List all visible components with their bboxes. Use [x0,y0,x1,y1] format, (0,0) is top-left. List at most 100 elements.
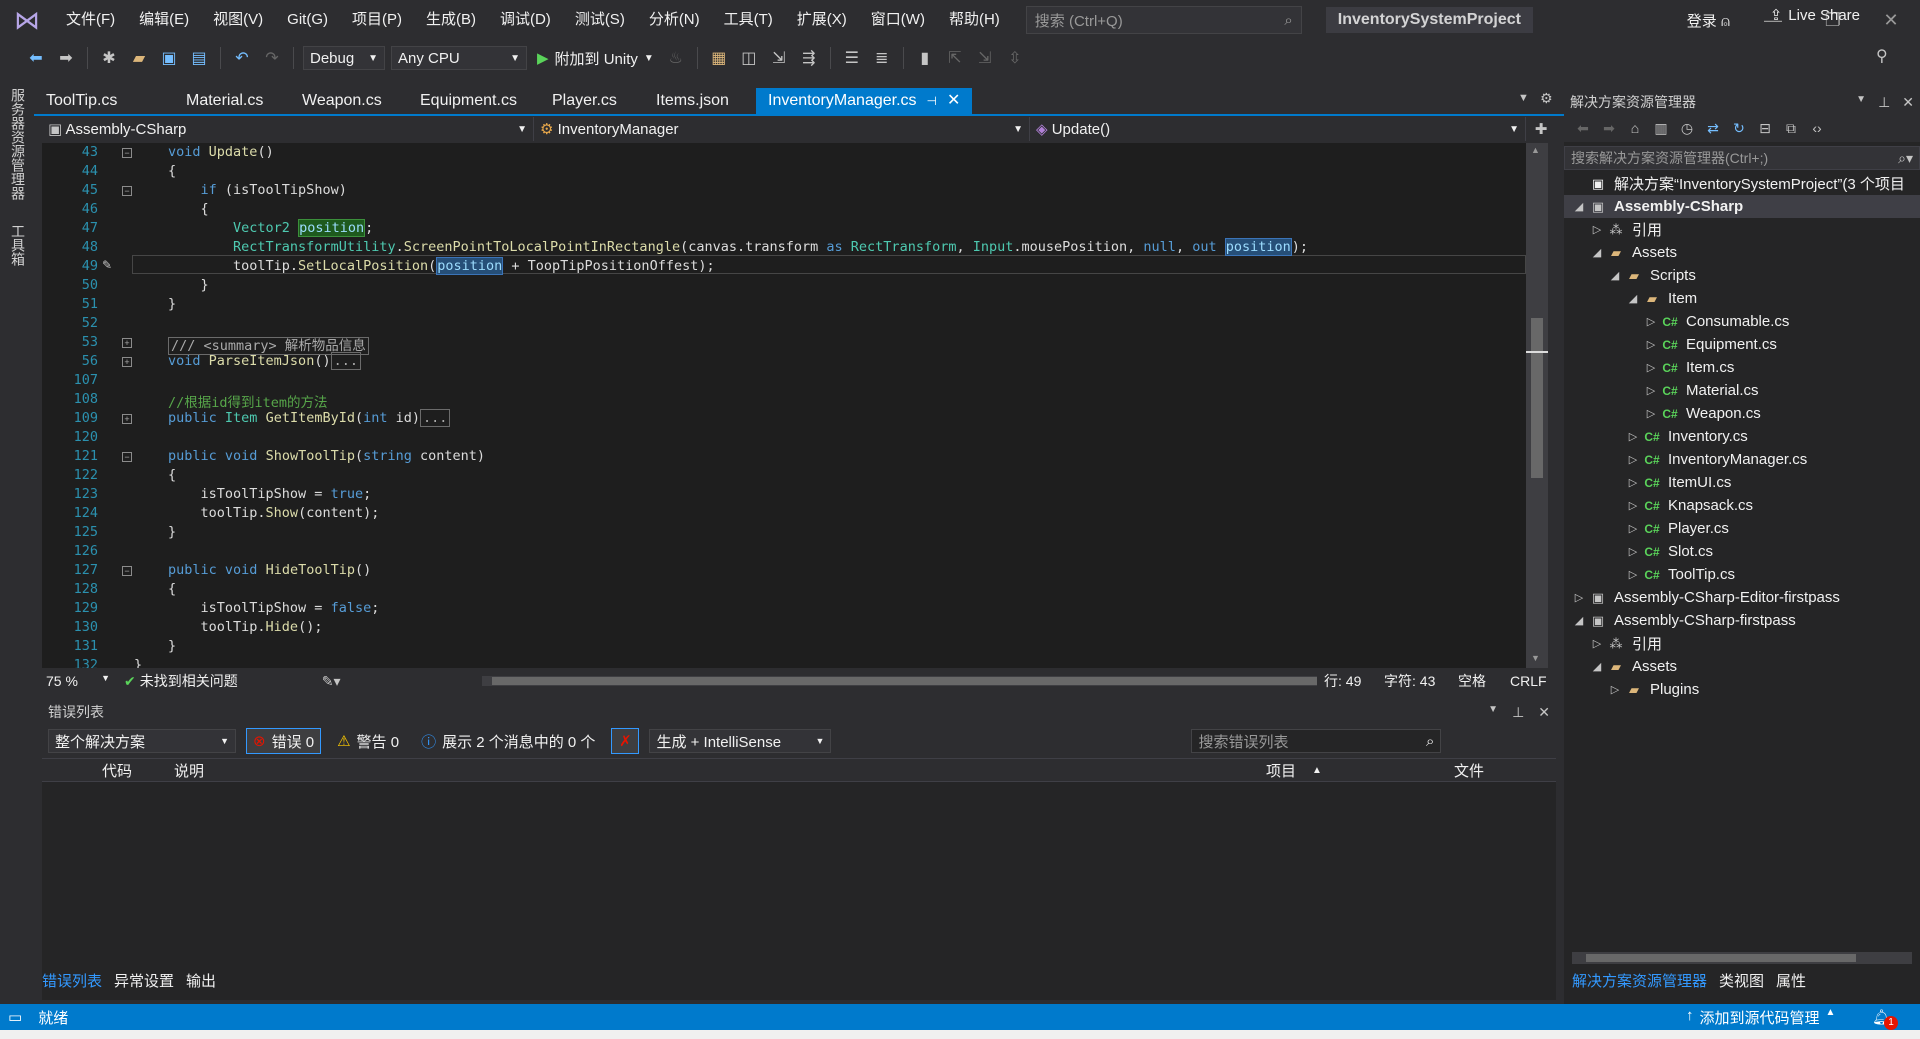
tree-item[interactable]: ▷ C# Equipment.cs [1564,333,1920,356]
refresh-icon[interactable]: ↻ [1728,117,1750,139]
expand-region-icon[interactable]: + [122,414,132,424]
show-all-files-icon[interactable]: ⧉ [1780,117,1802,139]
warnings-filter-button[interactable]: ⚠ 警告 0 [331,728,405,754]
collapsed-arrow-icon[interactable]: ▷ [1606,683,1624,696]
bottom-panel-tab[interactable]: 错误列表 [42,970,102,994]
pin-icon[interactable]: ⊥ [1878,94,1890,111]
menu-item[interactable]: 生成(B) [414,0,488,40]
panel-dropdown-icon[interactable]: ▼ [1488,704,1498,721]
step-over-icon[interactable]: ⇶ [797,46,821,70]
source-control-button[interactable]: ↑ 添加到源代码管理 ▲ [1686,1007,1835,1028]
menu-item[interactable]: 文件(F) [54,0,127,40]
server-explorer-tab[interactable]: 服务器资源管理器 [8,88,28,200]
clear-bookmark-icon[interactable]: ⇳ [1003,46,1027,70]
tree-item[interactable]: ▷ ⁂ 引用 [1564,632,1920,655]
file-column-header[interactable]: 文件 [1454,760,1484,781]
save-all-icon[interactable]: ▤ [187,46,211,70]
collapsed-arrow-icon[interactable]: ▷ [1642,338,1660,351]
document-tab[interactable]: InventoryManager.cs ⊣ ✕ [756,88,973,114]
menu-item[interactable]: 调试(D) [488,0,563,40]
document-tab[interactable]: Weapon.cs [290,88,408,114]
back-icon[interactable]: ⬅ [24,46,48,70]
settings-gear-icon[interactable]: ⚙ [1540,90,1553,107]
collapsed-arrow-icon[interactable]: ▷ [1642,407,1660,420]
filter-toggle-button[interactable]: ✗ [611,728,640,754]
hot-reload-icon[interactable]: ♨ [664,46,688,70]
document-tab[interactable]: Material.cs [174,88,290,114]
document-tab[interactable]: Items.json [644,88,752,114]
tree-item[interactable]: ▷ C# Player.cs [1564,517,1920,540]
error-search-input[interactable]: 搜索错误列表 ⌕ [1191,729,1442,753]
collapse-region-icon[interactable]: − [122,452,132,462]
collapse-region-icon[interactable]: − [122,186,132,196]
new-project-icon[interactable]: ✱ [97,46,121,70]
expanded-arrow-icon[interactable]: ◢ [1570,614,1588,627]
member-nav-select[interactable]: ◈ Update() ▼ [1030,117,1526,141]
collapsed-arrow-icon[interactable]: ▷ [1624,522,1642,535]
close-tab-icon[interactable]: ✕ [947,88,960,114]
tree-item[interactable]: ▷ C# Consumable.cs [1564,310,1920,333]
project-nav-select[interactable]: ▣ Assembly-CSharp ▼ [42,117,534,141]
menu-item[interactable]: 工具(T) [712,0,785,40]
collapsed-arrow-icon[interactable]: ▷ [1624,476,1642,489]
collapsed-arrow-icon[interactable]: ▷ [1642,315,1660,328]
solution-bottom-tab[interactable]: 属性 [1776,970,1806,991]
expanded-arrow-icon[interactable]: ◢ [1588,246,1606,259]
tree-item[interactable]: ▷ C# Knapsack.cs [1564,494,1920,517]
tree-item[interactable]: ◢ ▰ Item [1564,287,1920,310]
document-tab[interactable]: Player.cs [540,88,644,114]
menu-item[interactable]: 项目(P) [340,0,414,40]
project-column-header[interactable]: 项目 [1266,760,1296,781]
menu-item[interactable]: 帮助(H) [937,0,1012,40]
document-tab[interactable]: ToolTip.cs [34,88,174,114]
bookmark-icon[interactable]: ▮ [913,46,937,70]
solution-folder-icon[interactable]: ▦ [707,46,731,70]
editor-horizontal-scrollbar[interactable] [482,676,1317,686]
home-icon[interactable]: ⌂ [1624,117,1646,139]
configuration-select[interactable]: Debug ▼ [303,46,385,70]
save-icon[interactable]: ▣ [157,46,181,70]
forward-icon[interactable]: ➡ [1598,117,1620,139]
collapse-all-icon[interactable]: ⊟ [1754,117,1776,139]
bottom-panel-tab[interactable]: 异常设置 [114,970,174,994]
solution-bottom-tab[interactable]: 解决方案资源管理器 [1572,970,1707,991]
menu-item[interactable]: 测试(S) [563,0,637,40]
scope-select[interactable]: 整个解决方案 ▼ [48,729,236,753]
toolbox-tab[interactable]: 工具箱 [8,224,28,266]
tree-item[interactable]: ◢ ▰ Assets [1564,655,1920,678]
build-filter-select[interactable]: 生成 + IntelliSense ▼ [649,729,832,753]
collapse-region-icon[interactable]: − [122,566,132,576]
prev-bookmark-icon[interactable]: ⇱ [943,46,967,70]
close-icon[interactable]: ✕ [1538,704,1550,721]
whitespace-indicator[interactable]: 空格 [1458,671,1486,691]
tree-item[interactable]: ◢ ▰ Scripts [1564,264,1920,287]
tree-item[interactable]: ▷ ▰ Plugins [1564,678,1920,701]
split-editor-icon[interactable]: ✚ [1526,120,1556,138]
switch-view-icon[interactable]: ▥ [1650,117,1672,139]
tree-item[interactable]: ▷ C# ToolTip.cs [1564,563,1920,586]
live-share-button[interactable]: ⇪ Live Share [1770,6,1860,25]
collapsed-arrow-icon[interactable]: ▷ [1588,223,1606,236]
panel-dropdown-icon[interactable]: ▼ [1856,94,1866,111]
tree-item[interactable]: ▷ C# Inventory.cs [1564,425,1920,448]
tree-item[interactable]: ▷ C# ItemUI.cs [1564,471,1920,494]
screenshot-icon[interactable]: ◫ [737,46,761,70]
tree-item[interactable]: ▷ ▣ Assembly-CSharp-Editor-firstpass [1564,586,1920,609]
expand-region-icon[interactable]: + [122,338,132,348]
expanded-arrow-icon[interactable]: ◢ [1624,292,1642,305]
sign-in-button[interactable]: 登录 ⍝ [1687,10,1730,31]
scroll-thumb[interactable] [1531,318,1543,478]
status-output-icon[interactable]: ▭ [8,1008,22,1026]
close-icon[interactable]: ✕ [1902,94,1914,111]
collapsed-arrow-icon[interactable]: ▷ [1642,361,1660,374]
tree-item[interactable]: ◢ ▣ Assembly-CSharp [1564,195,1920,218]
issues-indicator[interactable]: ✔ 未找到相关问题 [124,671,238,691]
menu-item[interactable]: 视图(V) [201,0,275,40]
pending-changes-icon[interactable]: ◷ [1676,117,1698,139]
zoom-select[interactable]: 75 % ▼ [42,673,114,689]
comment-icon[interactable]: ☰ [840,46,864,70]
menu-item[interactable]: Git(G) [275,0,340,40]
collapsed-arrow-icon[interactable]: ▷ [1588,637,1606,650]
description-column-header[interactable]: 说明 [174,760,204,781]
tree-item[interactable]: ▷ ⁂ 引用 [1564,218,1920,241]
